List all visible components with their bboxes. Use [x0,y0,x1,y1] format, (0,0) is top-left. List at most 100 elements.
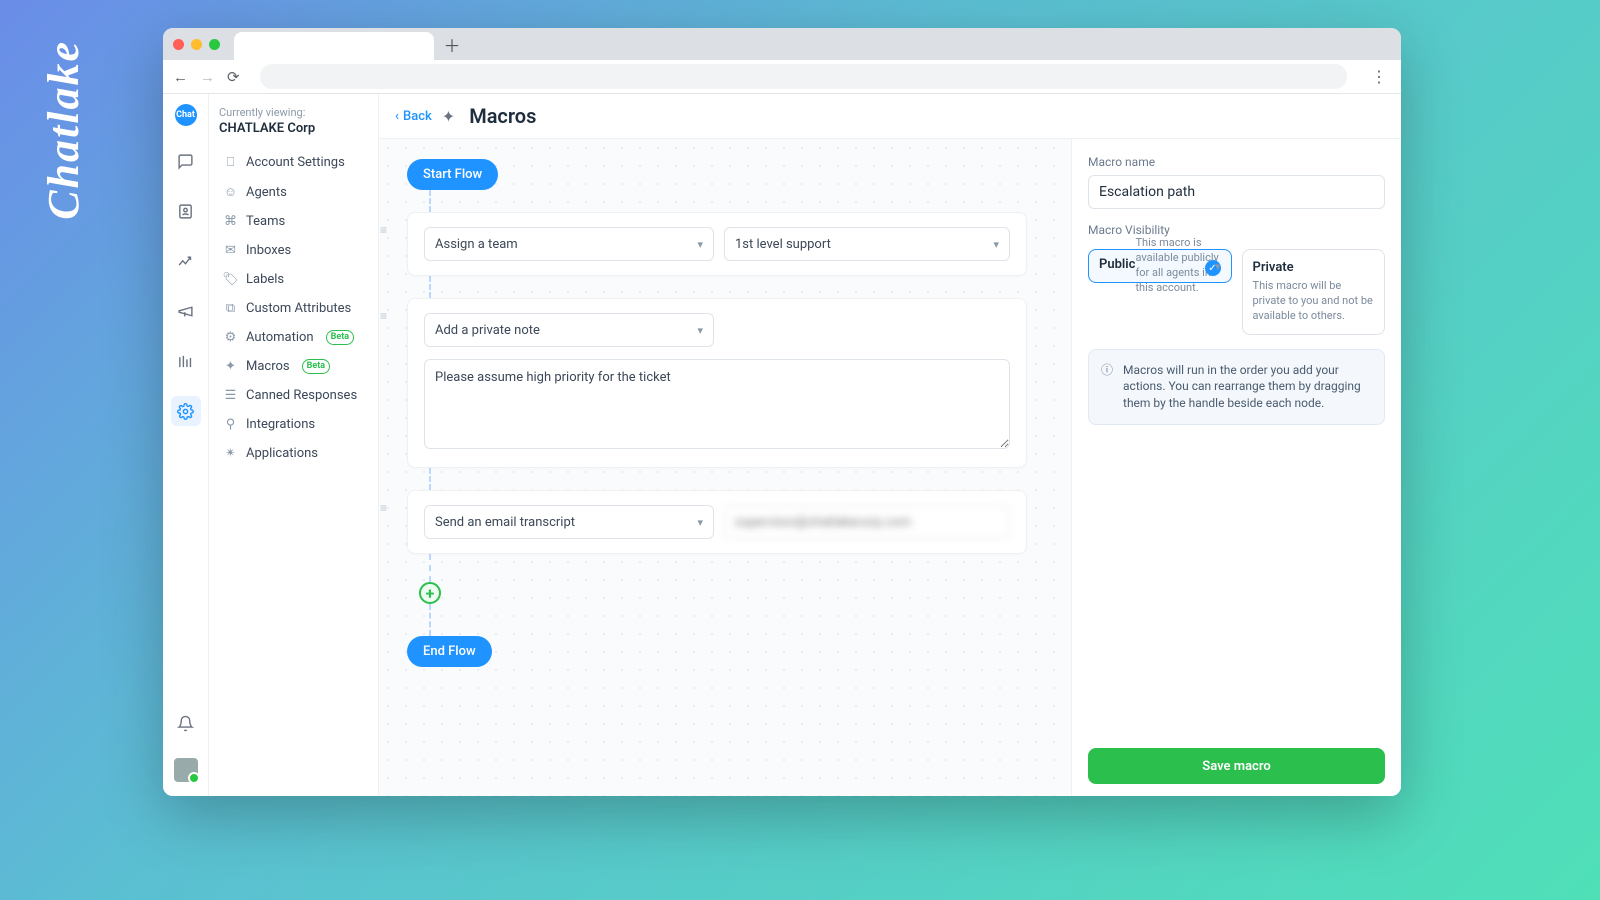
beta-badge: Beta [302,359,330,374]
browser-menu-icon[interactable]: ⋮ [1367,67,1391,86]
inbox-icon: ✉ [223,243,238,258]
info-icon: ⓘ [1101,362,1113,412]
sidebar-item-label: Macros [246,359,290,374]
rail-campaigns-icon[interactable] [171,296,201,326]
drag-handle-icon[interactable]: ≡ [380,501,389,515]
email-input[interactable] [724,505,1010,539]
start-flow-pill: Start Flow [407,159,498,190]
window-min-icon[interactable] [191,39,202,50]
sidebar-item-label: Teams [246,214,285,229]
flow-node: ≡ Add a private note [407,298,1027,468]
browser-window: ＋ ← → ⟳ ⋮ Chat Currently viewing: [163,28,1401,796]
nav-forward-icon: → [200,68,215,86]
add-node-button[interactable]: + [419,582,441,604]
new-tab-button[interactable]: ＋ [440,32,464,56]
drag-handle-icon[interactable]: ≡ [380,223,389,237]
people-icon: ☺ [223,184,238,200]
sidebar-item-label: Account Settings [246,155,345,170]
sidebar-item-label: Agents [246,185,287,200]
apps-icon: ✴ [223,446,238,461]
team-select[interactable]: 1st level support [724,227,1010,261]
rail-contacts-icon[interactable] [171,196,201,226]
sidebar-item-account-settings[interactable]: ⎕ Account Settings [219,148,368,177]
flow-node: ≡ Assign a team 1st level support [407,212,1027,276]
nav-reload-icon[interactable]: ⟳ [227,68,240,86]
sidebar-item-inboxes[interactable]: ✉ Inboxes [219,236,368,265]
back-button[interactable]: ‹ Back [395,109,432,124]
select-value: Assign a team [435,237,518,252]
sidebar-item-label: Automation [246,330,314,345]
team-icon: ⌘ [223,214,238,229]
viewing-account: CHATLAKE Corp [219,121,368,136]
rail-notifications-icon[interactable] [171,708,201,738]
drag-handle-icon[interactable]: ≡ [380,309,389,323]
settings-sidebar: Currently viewing: CHATLAKE Corp ⎕ Accoun… [209,94,379,796]
app-logo[interactable]: Chat [175,104,197,126]
action-select[interactable]: Assign a team [424,227,714,261]
private-note-textarea[interactable] [424,359,1010,449]
visibility-public-card[interactable]: ✓ Public This macro is available publicl… [1088,249,1232,283]
sidebar-item-macros[interactable]: ✦ Macros Beta [219,352,368,381]
sidebar-item-applications[interactable]: ✴ Applications [219,439,368,468]
rail-settings-icon[interactable] [171,396,201,426]
sidebar-item-custom-attributes[interactable]: ⧉ Custom Attributes [219,294,368,323]
browser-addressbar: ← → ⟳ ⋮ [163,60,1401,94]
sidebar-item-automation[interactable]: ⚙AutomationBeta [219,323,368,352]
macro-visibility-label: Macro Visibility [1088,223,1385,237]
sidebar-item-label: Labels [246,272,284,287]
sidebar-item-label: Integrations [246,417,315,432]
code-icon: ⧉ [223,301,238,316]
rail-conversations-icon[interactable] [171,146,201,176]
integrations-icon: ⚲ [223,417,238,432]
chevron-left-icon: ‹ [395,109,399,124]
macro-properties-panel: Macro name Macro Visibility ✓ Public Thi… [1071,139,1401,796]
macro-name-label: Macro name [1088,155,1385,169]
end-flow-pill: End Flow [407,636,492,667]
macros-icon: ✦ [223,359,238,374]
sidebar-item-label: Applications [246,446,318,461]
browser-tabbar: ＋ [163,28,1401,60]
beta-badge: Beta [326,330,354,345]
check-icon: ✓ [1205,260,1221,276]
sidebar-item-teams[interactable]: ⌘ Teams [219,207,368,236]
sidebar-item-canned[interactable]: ☰ Canned Responses [219,381,368,410]
save-macro-button[interactable]: Save macro [1088,748,1385,784]
window-close-icon[interactable] [173,39,184,50]
tag-icon: 🏷 [223,272,238,287]
action-select[interactable]: Send an email transcript [424,505,714,539]
page-title: Macros [469,104,536,128]
action-select[interactable]: Add a private note [424,313,714,347]
viewing-label: Currently viewing: [219,106,368,119]
flow-node: ≡ Send an email transcript [407,490,1027,554]
brand-logo: Chatlake [38,40,89,220]
select-value: 1st level support [735,237,831,252]
sidebar-item-label: Canned Responses [246,388,357,403]
rail-avatar[interactable] [174,758,198,782]
visibility-card-desc: This macro will be private to you and no… [1253,279,1375,324]
sidebar-item-labels[interactable]: 🏷 Labels [219,265,368,294]
macro-flow-canvas: Start Flow ≡ Assign a team 1st level sup… [379,139,1071,796]
rail-helpcenter-icon[interactable] [171,346,201,376]
visibility-private-card[interactable]: Private This macro will be private to yo… [1242,249,1386,335]
back-label: Back [403,109,432,124]
app-rail: Chat [163,94,209,796]
macros-page-icon: ✦ [442,107,455,126]
macro-name-input[interactable] [1088,175,1385,209]
nav-back-icon[interactable]: ← [173,68,188,86]
window-max-icon[interactable] [209,39,220,50]
canned-icon: ☰ [223,388,238,403]
browser-tab[interactable] [234,32,434,60]
url-input[interactable] [260,64,1347,89]
sidebar-item-agents[interactable]: ☺ Agents [219,177,368,207]
info-callout: ⓘ Macros will run in the order you add y… [1088,349,1385,425]
sidebar-item-integrations[interactable]: ⚲ Integrations [219,410,368,439]
rail-reports-icon[interactable] [171,246,201,276]
sidebar-item-label: Inboxes [246,243,291,258]
briefcase-icon: ⎕ [223,155,238,170]
select-value: Add a private note [435,323,540,338]
sidebar-item-label: Custom Attributes [246,301,351,316]
visibility-card-title: Private [1253,260,1375,275]
visibility-card-title: Public [1099,257,1135,272]
select-value: Send an email transcript [435,515,575,530]
info-text: Macros will run in the order you add you… [1123,362,1372,412]
